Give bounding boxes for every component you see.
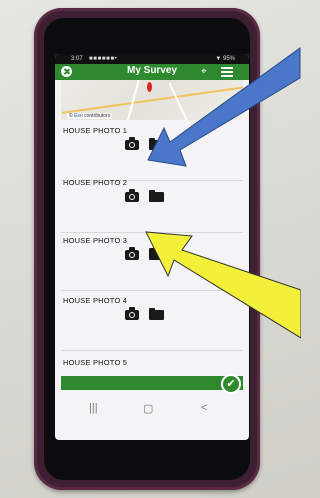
page-title: My Survey [126,65,178,76]
question-label: HOUSE PHOTO 1 [63,126,128,135]
map-pin-icon [147,82,152,92]
phone-screen: 3:07 ■ ■ ■ ■ ■ ■ • ▼ 95% My Survey ⌖ © E… [55,54,249,440]
esri-link[interactable]: Esri [74,113,83,119]
back-button[interactable]: < [201,402,207,414]
question-label: HOUSE PHOTO 5 [63,358,128,367]
app-header: My Survey ⌖ [55,64,249,80]
survey-footer: ✔ [61,374,243,394]
folder-icon[interactable] [149,308,164,320]
map-view[interactable]: © Esri contributors [61,80,243,120]
status-bar: 3:07 ■ ■ ■ ■ ■ ■ • ▼ 95% [55,54,249,64]
question-label: HOUSE PHOTO 2 [63,178,128,187]
battery-status: ▼ 95% [215,56,235,62]
question-label: HOUSE PHOTO 4 [63,296,128,305]
status-icons: ■ ■ ■ ■ ■ ■ • [89,56,117,62]
menu-icon[interactable] [221,67,233,77]
recent-apps-button[interactable]: ||| [89,402,98,414]
folder-icon[interactable] [149,190,164,202]
camera-icon[interactable] [125,137,139,150]
map-credit: © Esri contributors [67,113,113,119]
list-item: HOUSE PHOTO 3 [61,232,243,291]
map-icon[interactable]: ⌖ [201,66,213,78]
folder-icon[interactable] [149,248,164,260]
home-button[interactable]: ▢ [143,402,153,415]
list-item: HOUSE PHOTO 1 [61,122,243,181]
checkmark-icon[interactable]: ✔ [221,374,241,394]
camera-icon[interactable] [125,247,139,260]
camera-icon[interactable] [125,189,139,202]
camera-icon[interactable] [125,307,139,320]
question-label: HOUSE PHOTO 3 [63,236,128,245]
list-item: HOUSE PHOTO 4 [61,292,243,351]
folder-icon[interactable] [149,138,164,150]
android-nav-bar: ||| ▢ < [55,394,249,426]
list-item: HOUSE PHOTO 2 [61,174,243,233]
status-time: 3:07 [71,56,83,62]
